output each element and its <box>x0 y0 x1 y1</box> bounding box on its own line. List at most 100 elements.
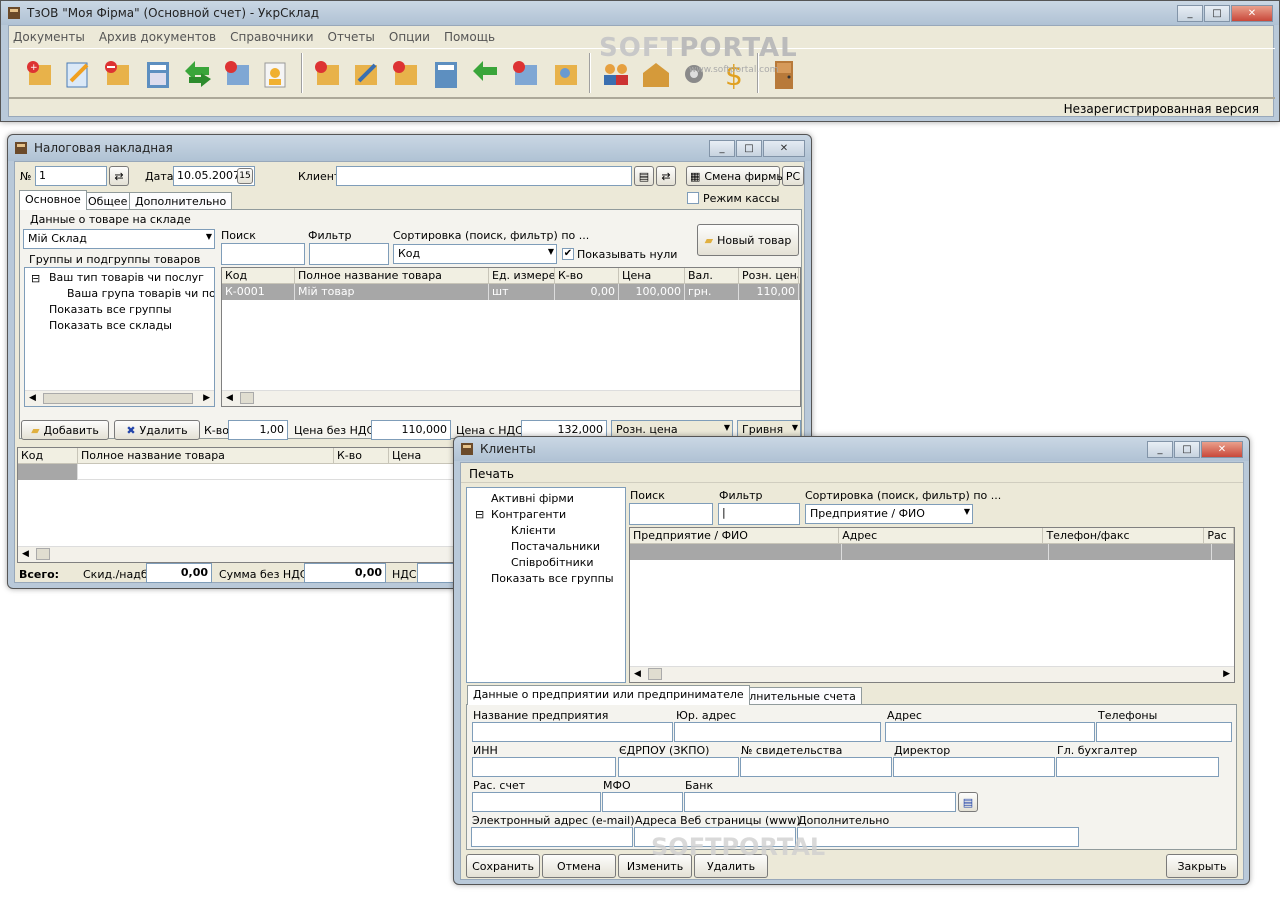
menu-archive[interactable]: Архив документов <box>99 30 216 44</box>
menu-references[interactable]: Справочники <box>230 30 313 44</box>
tree-collapse-icon[interactable]: ⊟ <box>475 508 484 521</box>
scroll-right-icon[interactable]: ▶ <box>203 393 210 403</box>
tree-item-clients[interactable]: Клієнти <box>511 524 556 537</box>
delete-document-icon[interactable] <box>101 57 135 91</box>
clients-search-input[interactable] <box>629 503 713 525</box>
email-input[interactable] <box>471 827 633 847</box>
account-input[interactable] <box>472 792 601 812</box>
client-lookup-icon[interactable]: ⇄ <box>656 166 676 186</box>
rs-button[interactable]: РС <box>782 166 804 186</box>
col-address[interactable]: Адрес <box>839 528 1044 543</box>
scroll-right-icon[interactable]: ▶ <box>1223 669 1230 679</box>
sort-select[interactable]: Код ▼ <box>393 244 557 264</box>
client-card-icon[interactable]: ▤ <box>634 166 654 186</box>
scroll-thumb[interactable] <box>240 392 254 404</box>
scroll-thumb[interactable] <box>43 393 193 404</box>
save-button[interactable]: Сохранить <box>466 854 540 878</box>
number-input[interactable]: 1 <box>35 166 107 186</box>
menu-reports[interactable]: Отчеты <box>328 30 375 44</box>
col-phone[interactable]: Телефон/факс <box>1043 528 1205 543</box>
invoice-user-icon[interactable] <box>549 57 583 91</box>
tab-general[interactable]: Общее <box>82 192 134 210</box>
tree-item-counterparties[interactable]: Контрагенти <box>491 508 566 521</box>
goods-scrollbar[interactable]: ◀ <box>222 390 800 406</box>
col-company[interactable]: Предприятие / ФИО <box>630 528 840 543</box>
price-no-vat-input[interactable]: 110,000 <box>371 420 451 440</box>
accountant-input[interactable] <box>1056 757 1219 777</box>
menu-print[interactable]: Печать <box>469 467 514 481</box>
invoice-list-icon[interactable] <box>509 57 543 91</box>
col-retail[interactable]: Розн. цена <box>739 268 799 283</box>
calculator-icon[interactable] <box>141 57 175 91</box>
clients-sort-select[interactable]: Предприятие / ФИО ▼ <box>805 504 973 524</box>
cancel-button[interactable]: Отмена <box>542 854 616 878</box>
director-input[interactable] <box>893 757 1055 777</box>
tree-collapse-icon[interactable]: ⊟ <box>31 272 40 285</box>
delete-button[interactable]: ✖ Удалить <box>114 420 200 440</box>
table-row[interactable] <box>630 544 1234 560</box>
col-code[interactable]: Код <box>18 448 78 463</box>
edit-invoice-icon[interactable] <box>349 57 383 91</box>
scroll-thumb[interactable] <box>36 548 50 560</box>
tree-item-all-groups[interactable]: Показать все группы <box>49 303 172 316</box>
new-product-button[interactable]: ▰ Новый товар <box>697 224 799 256</box>
table-row[interactable]: К-0001 Мій товар шт 0,00 100,000 грн. 11… <box>222 284 800 300</box>
number-lookup-icon[interactable]: ⇄ <box>109 166 129 186</box>
col-account[interactable]: Рас <box>1204 528 1234 543</box>
tree-item-all-warehouses[interactable]: Показать все склады <box>49 319 172 332</box>
col-currency[interactable]: Вал. <box>685 268 739 283</box>
phones-input[interactable] <box>1096 722 1232 742</box>
tree-item-employees[interactable]: Співробітники <box>511 556 594 569</box>
menu-help[interactable]: Помощь <box>444 30 495 44</box>
goods-tree[interactable]: ⊟ Ваш тип товарів чи послуг Ваша група т… <box>24 267 215 407</box>
scroll-left-icon[interactable]: ◀ <box>634 669 641 679</box>
close-button[interactable]: Закрыть <box>1166 854 1238 878</box>
edrpou-input[interactable] <box>618 757 739 777</box>
maximize-icon[interactable]: □ <box>1174 440 1200 458</box>
invoice-transfer-icon[interactable] <box>469 57 503 91</box>
clients-grid[interactable]: Предприятие / ФИО Адрес Телефон/факс Рас… <box>629 527 1235 683</box>
scroll-left-icon[interactable]: ◀ <box>22 549 29 559</box>
company-input[interactable] <box>472 722 673 742</box>
cash-mode-checkbox[interactable] <box>687 192 699 204</box>
minimize-icon[interactable]: _ <box>1147 440 1173 458</box>
menu-documents[interactable]: Документы <box>13 30 85 44</box>
maximize-icon[interactable]: □ <box>736 139 762 157</box>
new-invoice-icon[interactable] <box>311 57 345 91</box>
clients-scrollbar[interactable]: ◀ ▶ <box>630 666 1234 682</box>
bank-input[interactable] <box>684 792 956 812</box>
close-icon[interactable]: ✕ <box>763 139 805 157</box>
menu-options[interactable]: Опции <box>389 30 430 44</box>
minimize-icon[interactable]: _ <box>1177 4 1203 22</box>
col-qty[interactable]: К-во <box>334 448 389 463</box>
show-zeros-checkbox[interactable]: ✔ <box>562 248 574 260</box>
minimize-icon[interactable]: _ <box>709 139 735 157</box>
tree-item-active-firms[interactable]: Активні фірми <box>491 492 574 505</box>
filter-input[interactable] <box>309 243 389 265</box>
col-name[interactable]: Полное название товара <box>78 448 334 463</box>
tree-scrollbar[interactable]: ◀ ▶ <box>25 390 214 406</box>
tree-item-suppliers[interactable]: Постачальники <box>511 540 600 553</box>
search-input[interactable] <box>221 243 305 265</box>
tab-main[interactable]: Основное <box>19 190 87 210</box>
col-unit[interactable]: Ед. измерен <box>489 268 555 283</box>
tree-item-group[interactable]: Ваша група товарів чи послу <box>67 287 214 300</box>
transfer-icon[interactable] <box>181 57 215 91</box>
col-qty[interactable]: К-во <box>555 268 619 283</box>
remove-list-icon[interactable] <box>221 57 255 91</box>
calendar-icon[interactable]: 15 <box>237 168 253 184</box>
goods-grid[interactable]: Код Полное название товара Ед. измерен К… <box>221 267 801 407</box>
new-document-icon[interactable]: + <box>23 57 57 91</box>
col-code[interactable]: Код <box>222 268 295 283</box>
change-firm-button[interactable]: ▦ Смена фирмы <box>686 166 785 186</box>
invoice-calculator-icon[interactable] <box>429 57 463 91</box>
maximize-icon[interactable]: □ <box>1204 4 1230 22</box>
edit-document-icon[interactable] <box>61 57 95 91</box>
tree-item-all-groups[interactable]: Показать все группы <box>491 572 614 585</box>
tab-company-data[interactable]: Данные о предприятии или предпринимателе <box>467 685 750 705</box>
scroll-left-icon[interactable]: ◀ <box>226 393 233 403</box>
bank-lookup-icon[interactable]: ▤ <box>958 792 978 812</box>
col-name[interactable]: Полное название товара <box>295 268 489 283</box>
user-document-icon[interactable] <box>259 57 293 91</box>
tree-item-type[interactable]: Ваш тип товарів чи послуг <box>49 271 204 284</box>
